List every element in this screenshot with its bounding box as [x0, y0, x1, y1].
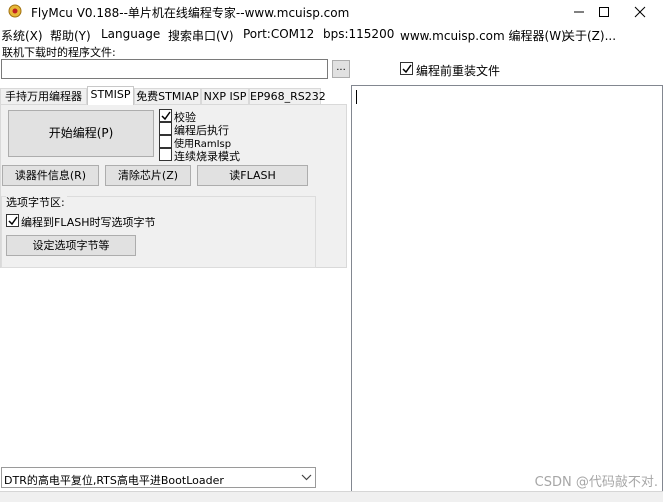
menu-help[interactable]: 帮助(Y)	[50, 27, 91, 44]
checkmark-icon	[8, 216, 18, 226]
write-option-bytes-label: 编程到FLASH时写选项字节	[21, 216, 156, 229]
menu-about[interactable]: 关于(Z)...	[563, 27, 616, 44]
bootloader-mode-dropdown[interactable]: DTR的高电平复位,RTS高电平进BootLoader	[1, 467, 316, 488]
tab-handheld-programmer[interactable]: 手持万用编程器	[0, 88, 87, 105]
bootloader-mode-value: DTR的高电平复位,RTS高电平进BootLoader	[4, 474, 224, 487]
read-flash-button[interactable]: 读FLASH	[197, 165, 308, 186]
menu-search-port[interactable]: 搜索串口(V)	[168, 27, 234, 44]
program-file-label: 联机下载时的程序文件:	[2, 46, 116, 59]
write-option-bytes-checkbox[interactable]	[6, 214, 19, 227]
tab-stmisp[interactable]: STMISP	[87, 86, 134, 105]
menu-bar: 系统(X) 帮助(Y) Language 搜索串口(V) Port:COM12 …	[0, 25, 663, 43]
checkmark-icon	[402, 64, 412, 74]
set-option-bytes-button[interactable]: 设定选项字节等	[6, 235, 136, 256]
close-button[interactable]	[617, 0, 663, 24]
flymcu-app-icon	[8, 4, 22, 18]
text-caret	[356, 90, 357, 104]
menu-language[interactable]: Language	[101, 27, 160, 41]
window-title: FlyMcu V0.188--单片机在线编程专家--www.mcuisp.com	[31, 6, 350, 20]
watermark-text: CSDN @代码敲不对.	[534, 475, 658, 490]
tab-ep968-rs232[interactable]: EP968_RS232	[249, 88, 326, 105]
left-blank-area	[0, 268, 352, 464]
continuous-burn-label: 连续烧录模式	[174, 150, 240, 163]
erase-chip-button[interactable]: 清除芯片(Z)	[105, 165, 191, 186]
title-bar: FlyMcu V0.188--单片机在线编程专家--www.mcuisp.com	[0, 0, 663, 24]
browse-file-button[interactable]: ...	[332, 60, 350, 78]
reload-before-program-checkbox[interactable]	[400, 62, 413, 75]
use-ramisp-checkbox[interactable]	[159, 135, 172, 148]
menu-programmer[interactable]: www.mcuisp.com 编程器(W)	[400, 27, 566, 44]
menu-port[interactable]: Port:COM12	[243, 27, 314, 41]
stmisp-panel: 开始编程(P) 校验 编程后执行 使用RamIsp 连续烧录模式 读器件信息(R…	[0, 104, 347, 268]
continuous-burn-checkbox[interactable]	[159, 148, 172, 161]
option-bytes-group-title: 选项字节区:	[6, 194, 67, 210]
program-file-input[interactable]	[1, 59, 328, 79]
reload-before-program-label: 编程前重装文件	[416, 64, 501, 78]
dropdown-arrow-button[interactable]	[298, 468, 315, 487]
run-after-program-checkbox[interactable]	[159, 122, 172, 135]
maximize-icon	[599, 7, 609, 17]
read-device-info-button[interactable]: 读器件信息(R)	[2, 165, 99, 186]
menu-system[interactable]: 系统(X)	[1, 27, 43, 44]
verify-checkbox[interactable]	[159, 109, 172, 122]
start-programming-button[interactable]: 开始编程(P)	[8, 110, 154, 157]
close-icon	[634, 6, 646, 18]
menu-baud-rate[interactable]: bps:115200	[323, 27, 394, 41]
output-log-area[interactable]: CSDN @代码敲不对.	[351, 85, 663, 495]
tab-nxp-isp[interactable]: NXP ISP	[201, 88, 249, 105]
tab-free-stmiap[interactable]: 免费STMIAP	[134, 88, 201, 105]
chevron-down-icon	[301, 474, 312, 481]
status-bar	[0, 491, 663, 502]
checkmark-icon	[161, 111, 171, 121]
